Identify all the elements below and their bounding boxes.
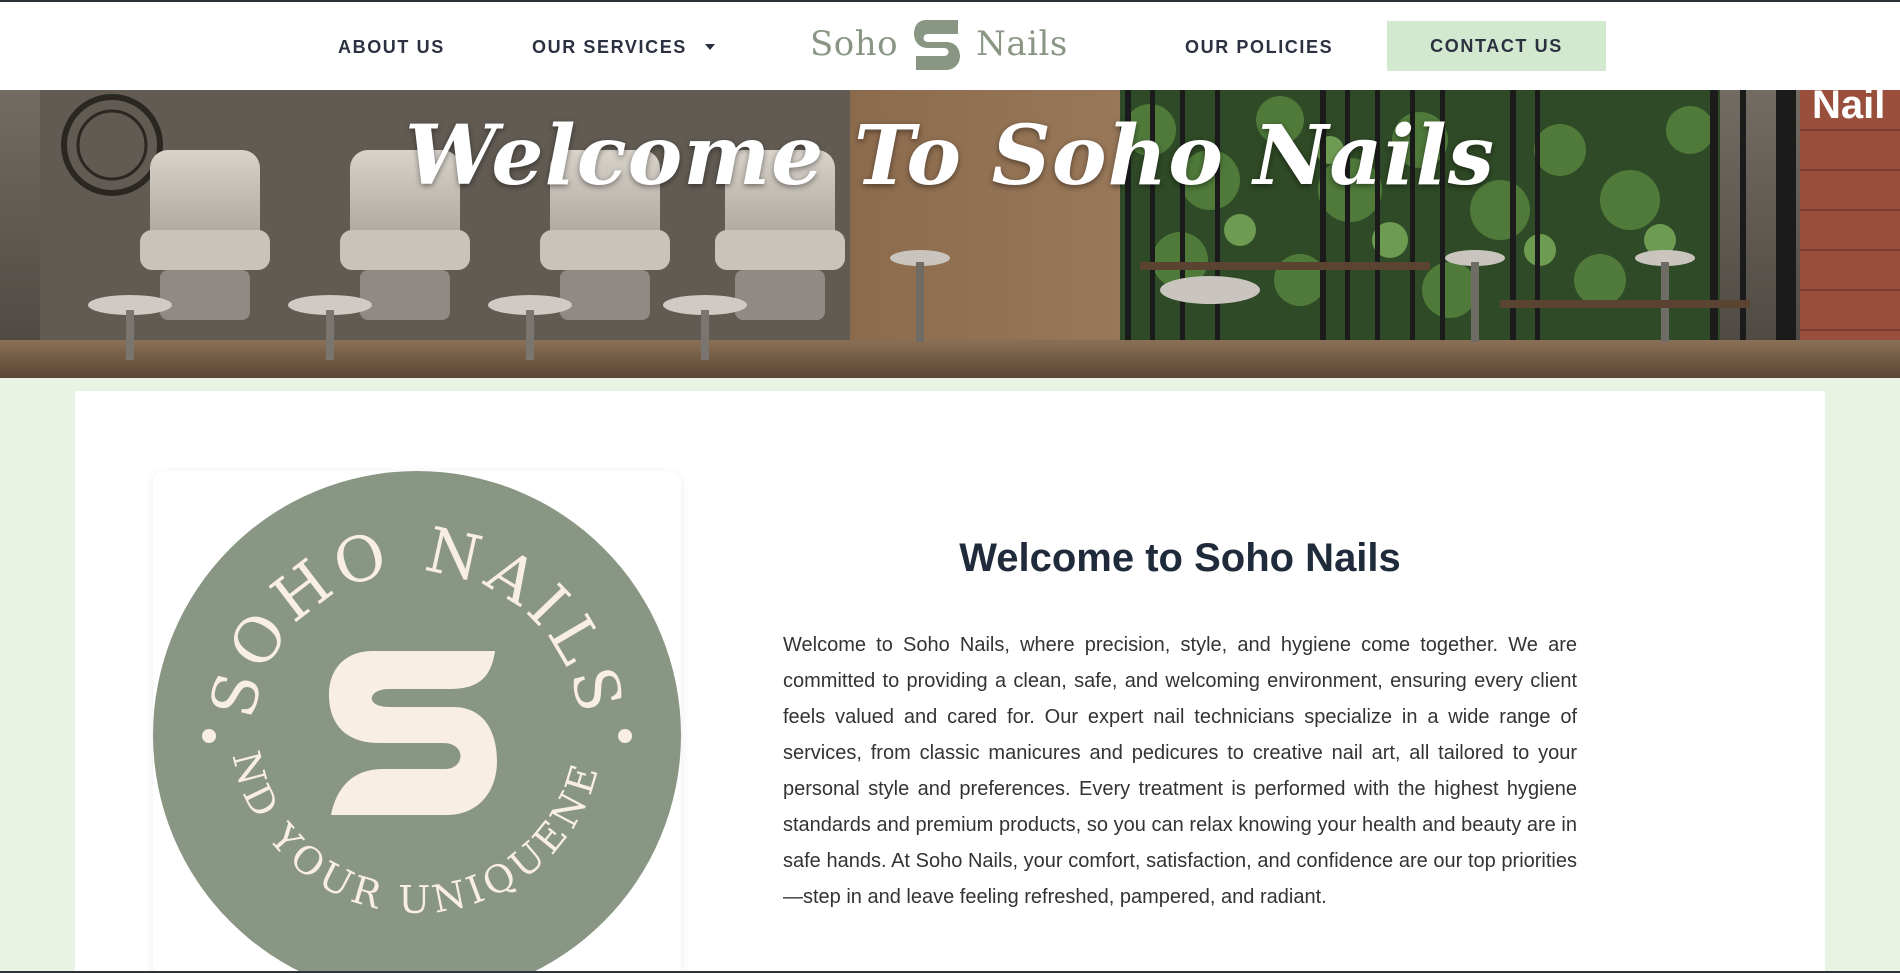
emblem-s-mark xyxy=(329,651,497,815)
site-logo[interactable]: Soho Nails xyxy=(810,16,1068,72)
welcome-paragraph: Welcome to Soho Nails, where precision, … xyxy=(783,634,1577,908)
emblem-dot-right xyxy=(618,729,632,743)
nav-about-us[interactable]: ABOUT US xyxy=(338,37,445,58)
logo-word-nails: Nails xyxy=(976,24,1068,64)
hero-title: Welcome To Soho Nails xyxy=(404,108,1495,204)
emblem-card: SOHO NAILS FIND YOUR UNIQUENESS xyxy=(153,471,681,973)
main-content: SOHO NAILS FIND YOUR UNIQUENESS Welcome … xyxy=(75,391,1825,973)
emblem-dot-left xyxy=(202,729,216,743)
site-header: ABOUT US OUR SERVICES Soho Nails OUR POL… xyxy=(0,2,1900,90)
soho-nails-emblem: SOHO NAILS FIND YOUR UNIQUENESS xyxy=(153,471,681,973)
caret-down-icon[interactable] xyxy=(705,44,715,50)
nav-our-policies[interactable]: OUR POLICIES xyxy=(1185,37,1333,58)
s-logo-icon xyxy=(914,20,961,70)
welcome-heading: Welcome to Soho Nails xyxy=(959,536,1401,580)
hero-banner: Nail Welcome To Soho Nails xyxy=(0,90,1900,378)
contact-us-button[interactable]: CONTACT US xyxy=(1387,21,1606,71)
nav-our-services[interactable]: OUR SERVICES xyxy=(532,37,687,58)
logo-word-soho: Soho xyxy=(810,24,899,64)
